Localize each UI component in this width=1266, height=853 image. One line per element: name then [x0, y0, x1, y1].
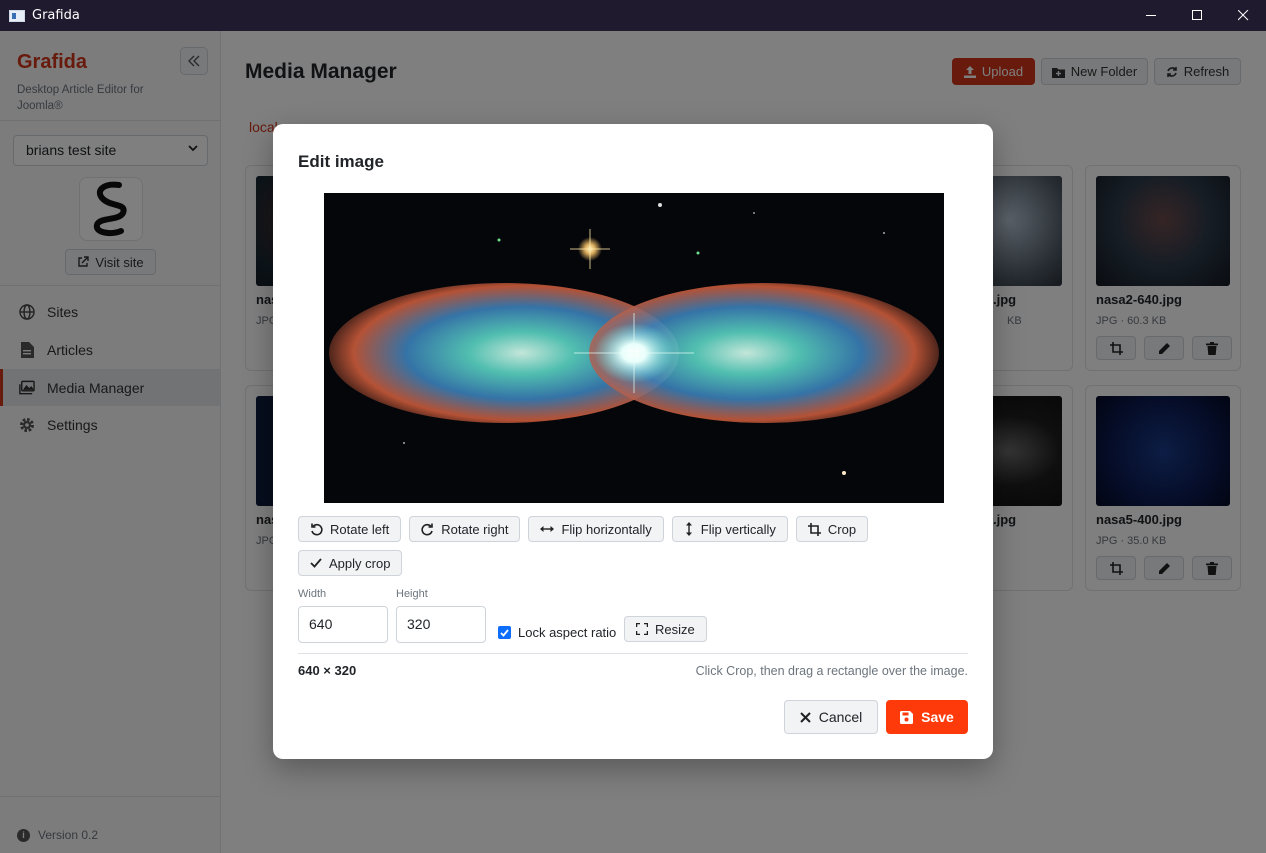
- rotate-right-label: Rotate right: [441, 521, 509, 537]
- rotate-left-button[interactable]: Rotate left: [298, 516, 402, 542]
- image-toolbar: Rotate left Rotate right Flip horizontal…: [298, 516, 968, 576]
- resize-label: Resize: [655, 621, 695, 637]
- nebula-image: [324, 193, 944, 503]
- width-input[interactable]: 640: [298, 606, 388, 643]
- minimize-icon: [1145, 15, 1156, 16]
- image-preview[interactable]: [324, 193, 944, 503]
- close-icon: [799, 711, 811, 723]
- flip-horizontally-label: Flip horizontally: [561, 521, 652, 537]
- check-icon: [500, 628, 509, 637]
- lock-aspect-checkbox[interactable]: [498, 626, 511, 639]
- rotate-right-icon: [421, 523, 434, 535]
- window-title: Grafida: [32, 8, 80, 23]
- crop-label: Crop: [827, 521, 857, 537]
- cancel-button[interactable]: Cancel: [784, 700, 878, 734]
- apply-crop-label: Apply crop: [329, 555, 391, 571]
- height-label: Height: [396, 588, 428, 600]
- rotate-right-button[interactable]: Rotate right: [409, 516, 521, 542]
- rotate-left-icon: [311, 523, 323, 535]
- crop-icon: [807, 522, 821, 536]
- rotate-left-label: Rotate left: [330, 521, 390, 537]
- flip-vertically-button[interactable]: Flip vertically: [671, 516, 788, 542]
- flip-vertically-label: Flip vertically: [700, 521, 776, 537]
- divider: [298, 653, 968, 654]
- apply-crop-button[interactable]: Apply crop: [298, 550, 403, 576]
- edit-image-dialog: Edit image Rotate left Rotate right Flip…: [273, 124, 993, 759]
- height-input[interactable]: 320: [396, 606, 486, 643]
- width-label: Width: [298, 588, 327, 600]
- cancel-label: Cancel: [818, 709, 863, 725]
- close-icon: [1237, 10, 1248, 21]
- flip-horizontally-button[interactable]: Flip horizontally: [528, 516, 664, 542]
- window-titlebar: Grafida: [0, 0, 1266, 31]
- save-label: Save: [921, 709, 954, 725]
- maximize-button[interactable]: [1174, 0, 1220, 31]
- app-icon: [9, 9, 25, 22]
- crop-hint: Click Crop, then drag a rectangle over t…: [695, 664, 968, 678]
- flip-vertical-icon: [685, 522, 692, 536]
- maximize-icon: [1191, 10, 1202, 20]
- crop-button[interactable]: Crop: [795, 516, 869, 542]
- lock-aspect-label: Lock aspect ratio: [518, 625, 617, 640]
- expand-icon: [636, 623, 648, 635]
- check-icon: [310, 558, 322, 568]
- flip-horizontal-icon: [540, 526, 555, 532]
- lock-aspect-ratio[interactable]: Lock aspect ratio: [498, 625, 616, 640]
- resize-button[interactable]: Resize: [624, 616, 707, 642]
- minimize-button[interactable]: [1128, 0, 1174, 31]
- close-window-button[interactable]: [1220, 0, 1266, 31]
- dialog-title: Edit image: [298, 152, 384, 171]
- save-icon: [900, 710, 914, 724]
- save-button[interactable]: Save: [886, 700, 968, 734]
- image-dimensions: 640 × 320: [298, 663, 357, 678]
